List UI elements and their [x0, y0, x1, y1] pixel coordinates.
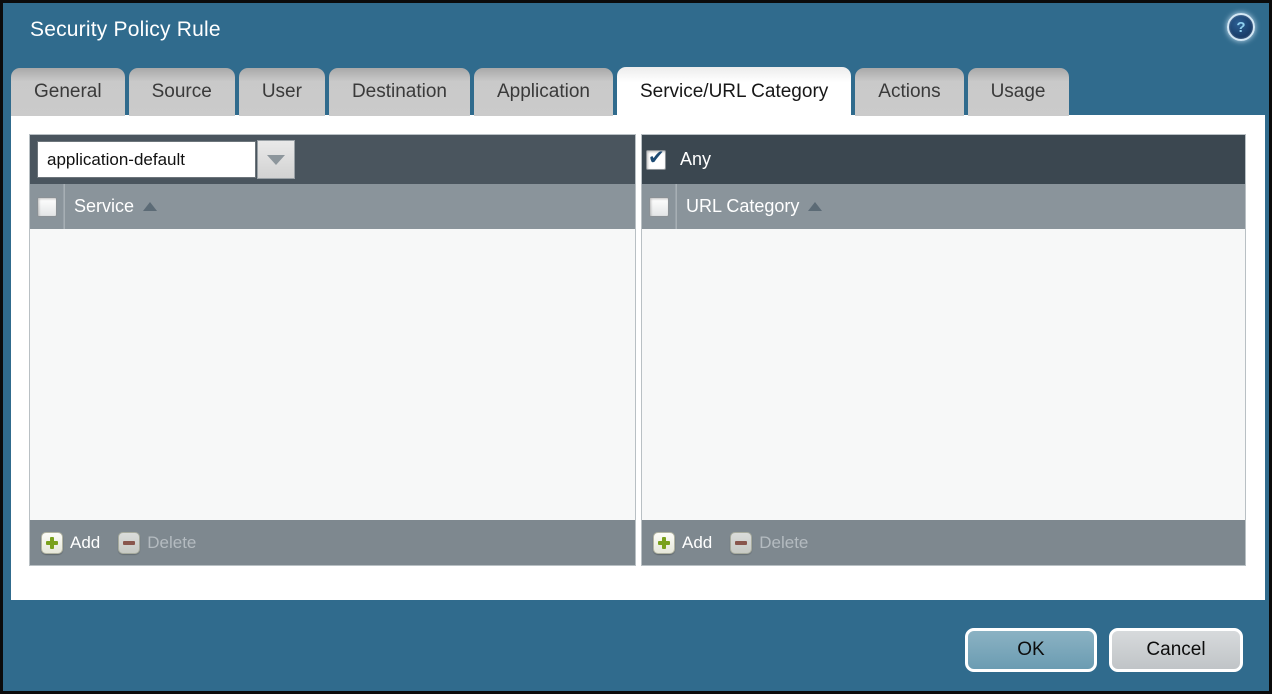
minus-icon	[118, 532, 140, 554]
service-add-button[interactable]: Add	[41, 532, 100, 554]
url-category-panel: Any URL Category Add Delete	[641, 134, 1246, 566]
service-panel: application-default Service Add Delete	[29, 134, 636, 566]
tab-application[interactable]: Application	[474, 68, 613, 116]
chevron-down-icon	[267, 155, 285, 165]
service-column-header[interactable]: Service	[74, 196, 134, 217]
service-toolbar: Add Delete	[30, 520, 635, 565]
dialog-title: Security Policy Rule	[30, 18, 221, 42]
sort-asc-icon[interactable]	[808, 202, 822, 211]
minus-icon	[730, 532, 752, 554]
plus-icon	[41, 532, 63, 554]
tab-actions[interactable]: Actions	[855, 68, 963, 116]
service-delete-label: Delete	[147, 533, 196, 553]
tab-strip: General Source User Destination Applicat…	[11, 67, 1261, 116]
plus-icon	[653, 532, 675, 554]
url-category-table-header: URL Category	[642, 184, 1245, 229]
tab-service-url-category[interactable]: Service/URL Category	[617, 67, 851, 117]
tab-content-service-url-category: application-default Service Add Delete	[11, 115, 1265, 600]
url-category-column-header[interactable]: URL Category	[686, 196, 799, 217]
tab-general[interactable]: General	[11, 68, 125, 116]
url-category-table-body[interactable]	[642, 229, 1245, 520]
help-icon[interactable]: ?	[1227, 13, 1255, 41]
url-category-delete-label: Delete	[759, 533, 808, 553]
url-category-add-button[interactable]: Add	[653, 532, 712, 554]
cancel-button[interactable]: Cancel	[1109, 628, 1243, 672]
tab-destination[interactable]: Destination	[329, 68, 470, 116]
service-table-body[interactable]	[30, 229, 635, 520]
security-policy-rule-dialog: { "dialog": { "title": "Security Policy …	[0, 0, 1272, 694]
service-select-all-checkbox[interactable]	[37, 197, 57, 217]
url-category-header-checkbox-cell	[642, 184, 676, 229]
any-label: Any	[680, 149, 711, 170]
service-header-checkbox-cell	[30, 184, 64, 229]
url-category-toolbar: Add Delete	[642, 520, 1245, 565]
service-add-label: Add	[70, 533, 100, 553]
sort-asc-icon[interactable]	[143, 202, 157, 211]
tab-source[interactable]: Source	[129, 68, 235, 116]
service-type-value[interactable]: application-default	[37, 141, 256, 178]
url-category-delete-button[interactable]: Delete	[730, 532, 808, 554]
tab-usage[interactable]: Usage	[968, 68, 1069, 116]
url-category-any-bar: Any	[642, 135, 1245, 184]
service-type-dropdown[interactable]: application-default	[37, 140, 295, 179]
service-type-dropdown-button[interactable]	[257, 140, 295, 179]
url-category-add-label: Add	[682, 533, 712, 553]
service-table-header: Service	[30, 184, 635, 229]
service-dropdown-bar: application-default	[30, 135, 635, 184]
service-delete-button[interactable]: Delete	[118, 532, 196, 554]
any-checkbox[interactable]	[646, 150, 666, 170]
ok-button[interactable]: OK	[965, 628, 1097, 672]
tab-user[interactable]: User	[239, 68, 325, 116]
url-category-select-all-checkbox[interactable]	[649, 197, 669, 217]
